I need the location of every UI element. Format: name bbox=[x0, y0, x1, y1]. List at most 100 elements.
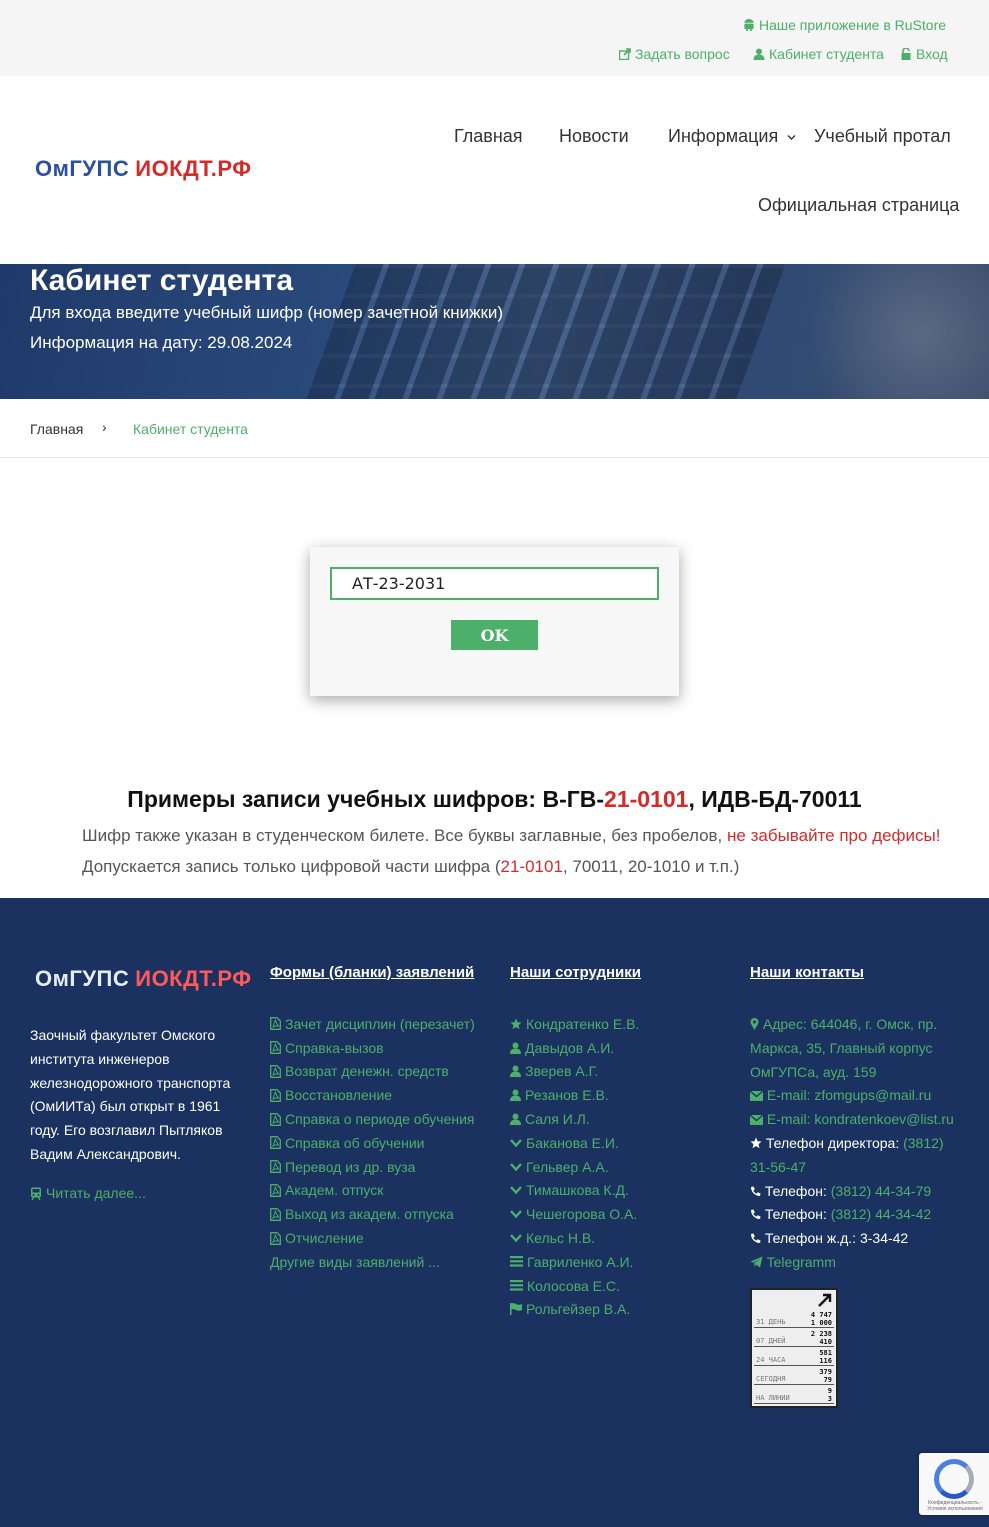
read-more-link[interactable]: Читать далее... bbox=[30, 1185, 146, 1201]
counter-value-a: 379 bbox=[819, 1368, 832, 1376]
ok-button[interactable]: OK bbox=[451, 620, 538, 650]
counter-row: 07 ДНЕЙ 2 238 410 bbox=[754, 1329, 834, 1347]
keyboard-background bbox=[300, 264, 790, 399]
staff-item[interactable]: Чешегорова О.А. bbox=[510, 1202, 639, 1226]
chevron-down-icon bbox=[510, 1162, 522, 1171]
form-item-label: Справка об обучении bbox=[285, 1134, 425, 1151]
form-item[interactable]: Возврат денежн. средств bbox=[270, 1060, 475, 1084]
faculty-about-text: Заочный факультет Омского института инже… bbox=[30, 1027, 231, 1162]
breadcrumb: Главная › Кабинет студента bbox=[0, 399, 989, 458]
contact-rail-phone: Телефон ж.д.: 3-34-42 bbox=[750, 1227, 960, 1251]
form-item[interactable]: Справка-вызов bbox=[270, 1036, 475, 1060]
staff-item[interactable]: Гавриленко А.И. bbox=[510, 1250, 639, 1274]
contacts-heading: Наши контакты bbox=[750, 964, 864, 981]
form-item[interactable]: Выход из академ. отпуска bbox=[270, 1202, 475, 1226]
staff-item-name: Чешегорова О.А. bbox=[526, 1206, 638, 1223]
staff-item[interactable]: Резанов Е.В. bbox=[510, 1083, 639, 1107]
counter-label: СЕГОДНЯ bbox=[756, 1375, 786, 1383]
student-cabinet-label: Кабинет студента bbox=[769, 46, 884, 62]
note-line-2-post: , 70011, 20-1010 и т.п.) bbox=[562, 857, 740, 876]
staff-item-name: Тимашкова К.Д. bbox=[526, 1182, 629, 1199]
nav-official-page[interactable]: Официальная страница bbox=[758, 195, 959, 216]
pdf-file-icon bbox=[270, 1017, 281, 1031]
contact-email-1[interactable]: E-mail: zfomgups@mail.ru bbox=[749, 1084, 960, 1108]
counter-row: 31 ДЕНЬ 4 747 1 000 bbox=[754, 1310, 834, 1328]
counter-row: СЕГОДНЯ 379 79 bbox=[754, 1367, 834, 1385]
rail-phone-label: Телефон ж.д.: bbox=[764, 1230, 857, 1247]
contact-address[interactable]: Адрес: 644046, г. Омск, пр. Маркса, 35, … bbox=[750, 1013, 960, 1084]
login-link-label: Вход bbox=[916, 46, 948, 62]
counter-value-a: 4 747 bbox=[810, 1311, 832, 1319]
other-forms-link[interactable]: Другие виды заявлений ... bbox=[270, 1250, 475, 1274]
site-logo[interactable]: ОмГУПС ИОКДТ.РФ bbox=[35, 156, 252, 182]
staff-item[interactable]: Давыдов А.И. bbox=[510, 1036, 639, 1060]
hero-banner: Кабинет студента Для входа введите учебн… bbox=[0, 264, 989, 399]
note-line-1-text: Шифр также указан в студенческом билете.… bbox=[82, 826, 728, 845]
staff-item[interactable]: Тимашкова К.Д. bbox=[510, 1179, 639, 1203]
staff-item[interactable]: Гельвер А.А. bbox=[510, 1155, 639, 1179]
user-icon bbox=[510, 1065, 521, 1078]
user-icon bbox=[510, 1042, 521, 1054]
student-cabinet-link[interactable]: Кабинет студента bbox=[753, 46, 884, 62]
form-item[interactable]: Восстановление bbox=[270, 1083, 475, 1107]
pdf-file-icon bbox=[270, 1041, 281, 1055]
staff-item[interactable]: Баканова Е.И. bbox=[510, 1131, 639, 1155]
form-item[interactable]: Отчисление bbox=[270, 1226, 475, 1250]
user-icon bbox=[510, 1113, 521, 1126]
student-code-input[interactable] bbox=[330, 567, 659, 600]
recaptcha-icon bbox=[934, 1459, 974, 1499]
visit-counter[interactable]: 31 ДЕНЬ 4 747 1 000 07 ДНЕЙ 2 238 410 24 ЧАСА 5… bbox=[750, 1288, 838, 1408]
ask-question-link[interactable]: Задать вопрос bbox=[619, 46, 730, 62]
site-header: ОмГУПС ИОКДТ.РФ Главная Новости Информаци… bbox=[0, 76, 989, 264]
recaptcha-badge[interactable]: Конфиденциальность - Условия использован… bbox=[919, 1453, 989, 1515]
star-icon bbox=[510, 1018, 522, 1030]
user-icon bbox=[510, 1089, 521, 1102]
form-item[interactable]: Зачет дисциплин (перезачет) bbox=[270, 1012, 475, 1036]
staff-item[interactable]: Колосова Е.С. bbox=[510, 1274, 639, 1298]
staff-item[interactable]: Зверев А.Г. bbox=[510, 1060, 639, 1084]
contact-director-phone: Телефон директора: (3812) 31-56-47 bbox=[750, 1132, 960, 1180]
staff-item[interactable]: Кельс Н.В. bbox=[510, 1226, 639, 1250]
share-icon bbox=[619, 48, 631, 60]
chevron-down-icon bbox=[510, 1234, 522, 1243]
arrow-up-right-icon bbox=[818, 1293, 832, 1307]
nav-news[interactable]: Новости bbox=[559, 126, 629, 147]
login-link[interactable]: Вход bbox=[900, 46, 948, 62]
hero-date: Информация на дату: 29.08.2024 bbox=[30, 333, 293, 352]
rustore-link[interactable]: Наше приложение в RuStore bbox=[743, 17, 946, 33]
nav-home[interactable]: Главная bbox=[454, 126, 523, 147]
contact-telegram[interactable]: Telegramm bbox=[750, 1251, 960, 1275]
pdf-file-icon bbox=[270, 1184, 281, 1197]
footer-logo[interactable]: ОмГУПС ИОКДТ.РФ bbox=[35, 966, 252, 992]
form-item-label: Возврат денежн. средств bbox=[285, 1063, 449, 1080]
phone-icon bbox=[751, 1233, 761, 1244]
phone-1-number[interactable]: (3812) 44-34-79 bbox=[831, 1183, 931, 1199]
chevron-down-icon bbox=[510, 1139, 522, 1148]
staff-item-name: Гельвер А.А. bbox=[526, 1158, 609, 1175]
chevron-down-icon bbox=[787, 134, 796, 140]
breadcrumb-home[interactable]: Главная bbox=[30, 421, 83, 437]
counter-value-b: 79 bbox=[823, 1376, 832, 1384]
staff-item[interactable]: Саля И.Л. bbox=[510, 1107, 639, 1131]
form-item[interactable]: Перевод из др. вуза bbox=[270, 1155, 475, 1179]
pdf-file-icon bbox=[270, 1160, 281, 1174]
staff-item-name: Саля И.Л. bbox=[525, 1111, 590, 1128]
breadcrumb-current: Кабинет студента bbox=[133, 421, 248, 437]
form-item[interactable]: Справка о периоде обучения bbox=[270, 1107, 475, 1131]
phone-2-number[interactable]: (3812) 44-34-42 bbox=[831, 1206, 931, 1222]
staff-item-name: Баканова Е.И. bbox=[526, 1134, 619, 1151]
examples-red-code: 21-0101 bbox=[604, 786, 689, 812]
staff-item-name: Зверев А.Г. bbox=[525, 1063, 599, 1080]
nav-info[interactable]: Информация bbox=[668, 126, 796, 147]
forms-list: Зачет дисциплин (перезачет) Справка-вызов… bbox=[270, 1012, 475, 1274]
contact-email-2[interactable]: E-mail: kondratenkoev@list.ru bbox=[749, 1108, 960, 1132]
counter-label: НА ЛИНИИ bbox=[756, 1394, 790, 1402]
staff-item[interactable]: Рольгейзер В.А. bbox=[510, 1298, 639, 1322]
form-item[interactable]: Справка об обучении bbox=[270, 1131, 475, 1155]
nav-portal[interactable]: Учебный протал bbox=[814, 126, 951, 147]
staff-item-name: Кельс Н.В. bbox=[526, 1230, 596, 1247]
form-item[interactable]: Академ. отпуск bbox=[270, 1179, 475, 1203]
logo-part-2: ИОКДТ.РФ bbox=[135, 156, 252, 181]
staff-item[interactable]: Кондратенко Е.В. bbox=[510, 1012, 639, 1036]
login-form: OK bbox=[310, 547, 679, 696]
